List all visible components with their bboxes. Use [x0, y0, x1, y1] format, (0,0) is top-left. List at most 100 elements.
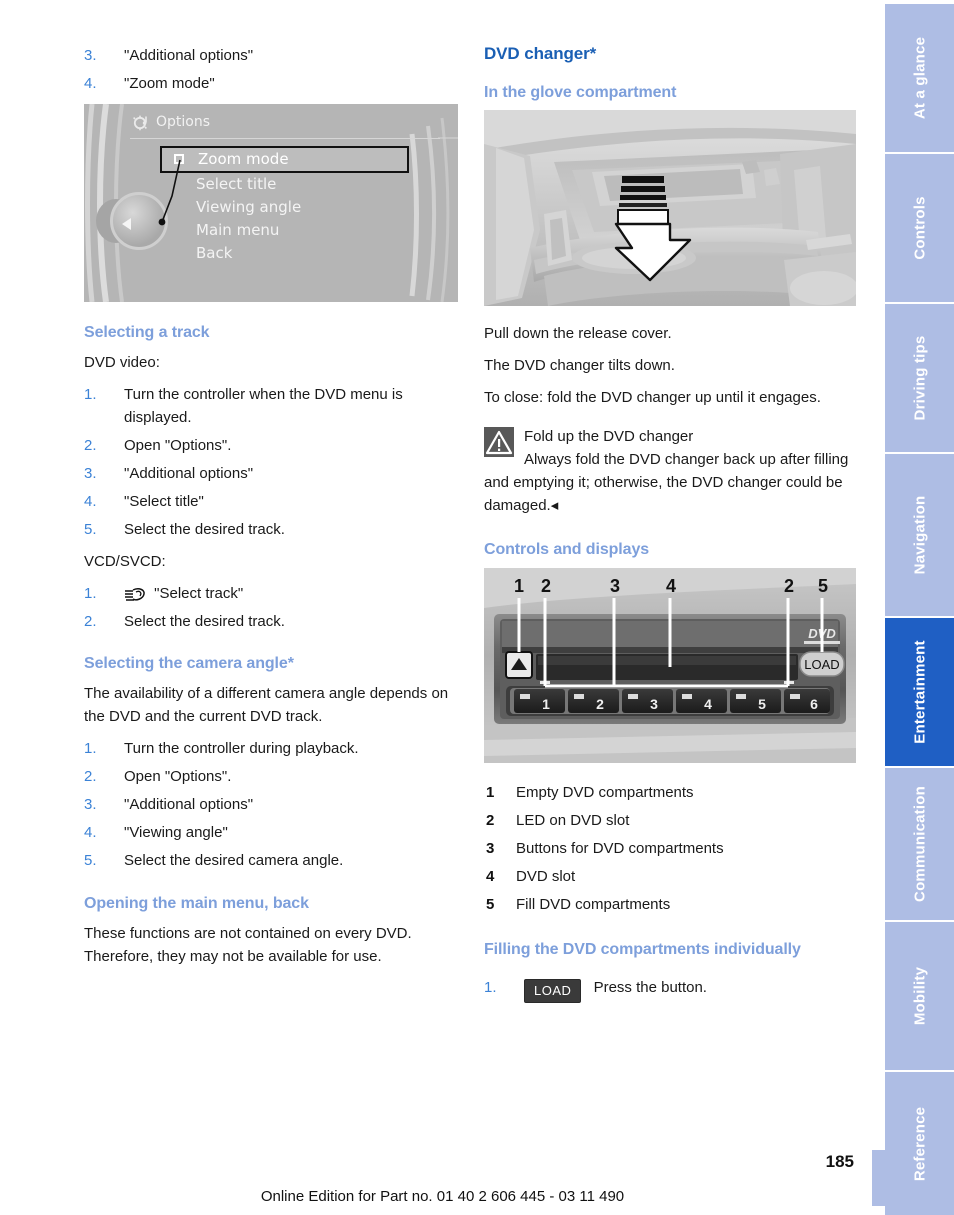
svg-text:5: 5 [818, 576, 828, 596]
list-item: 4 DVD slot [484, 865, 858, 888]
svg-text:2: 2 [784, 576, 794, 596]
list-item: 2. Open "Options". [84, 434, 458, 457]
camera-steps-list: 1. Turn the controller during playback. … [84, 737, 458, 872]
continued-steps-list: 3. "Additional options" 4. "Zoom mode" [84, 44, 458, 95]
vcd-steps-list: 1. "Select track" 2. Select the desired … [84, 582, 458, 633]
main-menu-back-body: These functions are not contained on eve… [84, 925, 412, 965]
step-number: 2. [84, 437, 97, 454]
warning-triangle-icon [484, 427, 514, 457]
tab-entertainment[interactable]: Entertainment [885, 618, 954, 766]
step-text: "Additional options" [124, 465, 254, 482]
list-item: 1. LOAD Press the button. [484, 976, 858, 1003]
legend-key: 2 [486, 812, 495, 829]
tab-reference[interactable]: Reference [885, 1072, 954, 1215]
step-number: 4. [84, 824, 97, 841]
idrive-options-screen-figure: Options Zoom mode Select title Viewing a… [84, 104, 458, 302]
tab-navigation[interactable]: Navigation [885, 454, 954, 616]
list-item: 2. Open "Options". [84, 765, 458, 788]
tab-communication[interactable]: Communication [885, 768, 954, 920]
disc-hand-icon [125, 588, 145, 601]
tab-mobility[interactable]: Mobility [885, 922, 954, 1070]
svg-text:3: 3 [650, 696, 658, 712]
tab-label: Navigation [911, 495, 928, 575]
step-number: 2. [84, 768, 97, 785]
step-text: Select the desired camera angle. [124, 852, 344, 869]
step-number: 4. [84, 75, 97, 92]
tab-at-a-glance[interactable]: At a glance [885, 4, 954, 152]
svg-text:2: 2 [596, 696, 604, 712]
step-text: Turn the controller during playback. [124, 740, 359, 757]
heading-filling-compartments: Filling the DVD compartments individuall… [484, 941, 801, 958]
step-number: 1. [84, 585, 97, 602]
page-title: DVD changer* [484, 44, 597, 63]
list-item: 1. "Select track" [84, 582, 458, 605]
step-text: "Viewing angle" [124, 824, 228, 841]
step-text: "Select track" [154, 585, 244, 602]
warning-block: Fold up the DVD changer Always fold the … [484, 425, 858, 517]
list-item: 1. Turn the controller during playback. [84, 737, 458, 760]
svg-text:1: 1 [514, 576, 524, 596]
svg-text:3: 3 [610, 576, 620, 596]
svg-text:1: 1 [542, 696, 550, 712]
controls-legend-list: 1 Empty DVD compartments 2 LED on DVD sl… [484, 781, 858, 916]
tab-label: Reference [911, 1106, 928, 1181]
glove-line-3: To close: fold the DVD changer up until … [484, 389, 821, 406]
tab-driving-tips[interactable]: Driving tips [885, 304, 954, 452]
online-edition-line: Online Edition for Part no. 01 40 2 606 … [260, 1188, 625, 1205]
tab-label: Entertainment [911, 640, 928, 744]
load-button-label: LOAD [804, 657, 839, 672]
load-button-chip[interactable]: LOAD [524, 979, 582, 1003]
step-text: "Select title" [124, 493, 204, 510]
step-text: Select the desired track. [124, 613, 285, 630]
tab-label: Communication [911, 786, 928, 902]
step-number: 1. [484, 979, 497, 996]
camera-angle-body: The availability of a different camera a… [84, 685, 449, 725]
step-number: 1. [84, 740, 97, 757]
step-text: Press the button. [593, 979, 707, 996]
list-item: 2 LED on DVD slot [484, 809, 858, 832]
svg-text:4: 4 [666, 576, 676, 596]
legend-key: 5 [486, 896, 495, 913]
vcd-svcd-intro: VCD/SVCD: [84, 553, 166, 570]
step-number: 3. [84, 796, 97, 813]
heading-controls-displays: Controls and displays [484, 541, 650, 558]
glove-line-1: Pull down the release cover. [484, 325, 672, 342]
list-item: 5. Select the desired camera angle. [84, 849, 458, 872]
step-text: Open "Options". [124, 768, 232, 785]
list-item: 3 Buttons for DVD compartments [484, 837, 858, 860]
list-item: 4. "Viewing angle" [84, 821, 458, 844]
warning-body: Always fold the DVD changer back up afte… [484, 451, 849, 514]
svg-text:5: 5 [758, 696, 766, 712]
heading-main-menu-back: Opening the main menu, back [84, 895, 309, 912]
step-number: 4. [84, 493, 97, 510]
dvd-changer-controls-figure: LOAD DVD 1 2 [484, 568, 856, 763]
callout-leader-line [158, 159, 181, 226]
step-text: "Additional options" [124, 47, 254, 64]
manual-page: 3. "Additional options" 4. "Zoom mode" O… [0, 0, 954, 1215]
list-item: 4. "Select title" [84, 490, 458, 513]
list-item: 3. "Additional options" [84, 44, 458, 67]
tab-controls[interactable]: Controls [885, 154, 954, 302]
list-item: 2. Select the desired track. [84, 610, 458, 633]
warning-title: Fold up the DVD changer [524, 428, 694, 445]
list-item: 3. "Additional options" [84, 793, 458, 816]
legend-key: 3 [486, 840, 495, 857]
track-steps-list: 1. Turn the controller when the DVD menu… [84, 383, 458, 541]
svg-text:6: 6 [810, 696, 818, 712]
legend-text: Empty DVD compartments [516, 784, 694, 801]
svg-text:2: 2 [541, 576, 551, 596]
legend-key: 4 [486, 868, 495, 885]
step-text: Select the desired track. [124, 521, 285, 538]
step-number: 5. [84, 852, 97, 869]
step-text: "Zoom mode" [124, 75, 215, 92]
list-item: 1 Empty DVD compartments [484, 781, 858, 804]
glove-compartment-illustration [484, 110, 856, 306]
list-item: 3. "Additional options" [84, 462, 458, 485]
list-item: 4. "Zoom mode" [84, 72, 458, 95]
list-item: 5 Fill DVD compartments [484, 893, 858, 916]
legend-text: DVD slot [516, 868, 576, 885]
tab-label: Mobility [911, 966, 928, 1026]
step-number: 5. [84, 521, 97, 538]
heading-glove-compartment: In the glove compartment [484, 84, 677, 101]
list-item: 5. Select the desired track. [84, 518, 458, 541]
